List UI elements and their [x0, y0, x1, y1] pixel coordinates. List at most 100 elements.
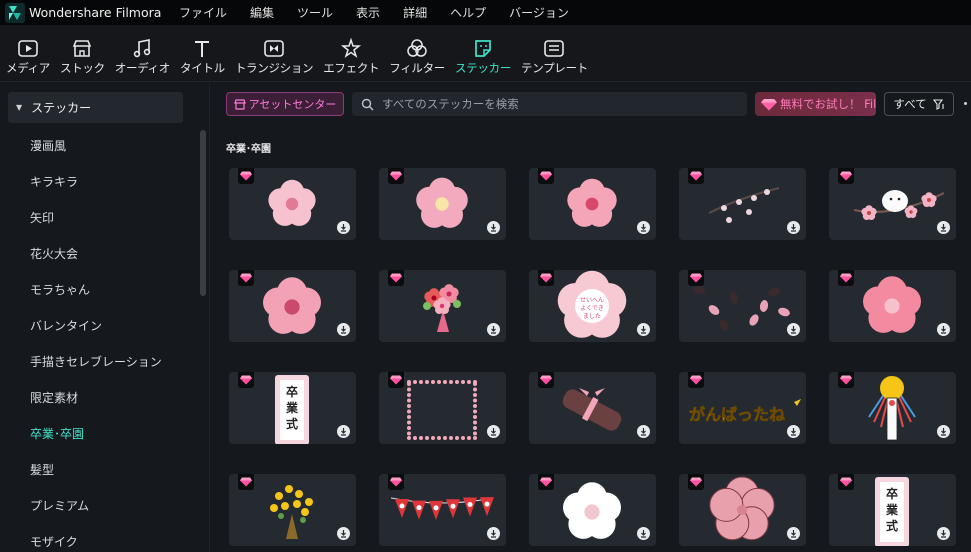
- free-trial-button[interactable]: 無料でお試し！ Fili: [755, 92, 876, 116]
- svg-text:業: 業: [285, 400, 299, 415]
- premium-diamond-icon: [538, 474, 554, 490]
- asset-center-button[interactable]: アセットセンター: [226, 92, 344, 116]
- menu-item-4[interactable]: 詳細: [403, 4, 427, 21]
- sticker-card[interactable]: [229, 270, 356, 342]
- sticker-category-sidebar: ▼ ステッカー 漫画風キラキラ矢印花火大会モラちゃんバレンタイン手描きセレブレー…: [0, 83, 210, 552]
- download-icon[interactable]: [787, 425, 800, 438]
- diamond-icon: [761, 98, 777, 110]
- sticker-card[interactable]: 卒業式卒業式: [829, 474, 956, 546]
- sticker-card[interactable]: [529, 474, 656, 546]
- sidebar-item-1[interactable]: キラキラ: [30, 173, 78, 190]
- sidebar-item-6[interactable]: 手描きセレブレーション: [30, 353, 162, 370]
- svg-text:卒: 卒: [286, 384, 298, 399]
- sidebar-item-5[interactable]: バレンタイン: [30, 317, 102, 334]
- download-icon[interactable]: [637, 323, 650, 336]
- download-icon[interactable]: [337, 221, 350, 234]
- sticker-card[interactable]: [679, 474, 806, 546]
- premium-diamond-icon: [838, 270, 854, 286]
- toolbar-tab-label: トランジション: [234, 61, 314, 75]
- download-icon[interactable]: [337, 425, 350, 438]
- menu-item-5[interactable]: ヘルプ: [450, 4, 486, 21]
- menu-item-2[interactable]: ツール: [297, 4, 333, 21]
- sidebar-item-10[interactable]: プレミアム: [30, 497, 89, 514]
- svg-text:式: 式: [886, 518, 898, 533]
- toolbar-tab-effect-star[interactable]: エフェクト: [323, 25, 380, 82]
- download-icon[interactable]: [637, 527, 650, 540]
- sticker-card[interactable]: [379, 270, 506, 342]
- toolbar-tab-label: テンプレート: [521, 61, 588, 75]
- sticker-card[interactable]: [379, 372, 506, 444]
- toolbar-tab-label: ストック: [60, 61, 105, 75]
- toolbar-tab-stock-store[interactable]: ストック: [60, 25, 105, 82]
- premium-diamond-icon: [538, 270, 554, 286]
- filter-all-dropdown[interactable]: すべて: [884, 92, 954, 116]
- template-icon: [542, 37, 566, 59]
- download-icon[interactable]: [937, 221, 950, 234]
- premium-diamond-icon: [688, 372, 704, 388]
- menu-item-1[interactable]: 編集: [250, 4, 274, 21]
- sidebar-header-stickers[interactable]: ▼ ステッカー: [8, 92, 183, 123]
- sidebar-item-8[interactable]: 卒業･卒園: [30, 425, 84, 442]
- sticker-card[interactable]: [229, 168, 356, 240]
- toolbar-tab-audio-note[interactable]: オーディオ: [115, 25, 170, 82]
- sidebar-scrollbar[interactable]: [200, 130, 206, 296]
- sidebar-item-9[interactable]: 髪型: [30, 461, 54, 478]
- sticker-card[interactable]: [379, 168, 506, 240]
- download-icon[interactable]: [337, 323, 350, 336]
- sticker-card[interactable]: [829, 168, 956, 240]
- sidebar-item-2[interactable]: 矢印: [30, 209, 54, 226]
- sticker-card[interactable]: [379, 474, 506, 546]
- menu-item-0[interactable]: ファイル: [179, 4, 227, 21]
- download-icon[interactable]: [937, 527, 950, 540]
- download-icon[interactable]: [487, 527, 500, 540]
- more-options-icon[interactable]: [964, 102, 967, 105]
- premium-diamond-icon: [838, 168, 854, 184]
- sticker-card[interactable]: [529, 168, 656, 240]
- premium-diamond-icon: [238, 474, 254, 490]
- sidebar-item-11[interactable]: モザイク: [30, 533, 78, 550]
- toolbar-tab-filter[interactable]: フィルター: [389, 25, 445, 82]
- sidebar-item-4[interactable]: モラちゃん: [30, 281, 90, 298]
- filter-all-label: すべて: [893, 97, 927, 111]
- toolbar-tab-sticker[interactable]: ステッカー: [455, 25, 511, 82]
- toolbar-tab-label: フィルター: [389, 61, 446, 75]
- svg-text:がんばったね: がんばったね: [689, 405, 785, 424]
- sticker-card[interactable]: [679, 168, 806, 240]
- download-icon[interactable]: [637, 221, 650, 234]
- toolbar-tab-template[interactable]: テンプレート: [521, 25, 588, 82]
- main-toolbar: メディア ストック オーディオ タイトル トランジション エフェクト フィルター ステッカーテ…: [0, 25, 971, 82]
- sticker-card[interactable]: [679, 270, 806, 342]
- effect-star-icon: [339, 37, 363, 59]
- sidebar-item-3[interactable]: 花火大会: [30, 245, 78, 262]
- premium-diamond-icon: [238, 372, 254, 388]
- sticker-card[interactable]: せいへん よくでき ました: [529, 270, 656, 342]
- title-t-icon: [190, 37, 214, 59]
- sticker-card[interactable]: [829, 270, 956, 342]
- sticker-card[interactable]: がんばったねがんばったね: [679, 372, 806, 444]
- svg-text:卒: 卒: [886, 486, 898, 501]
- sticker-card[interactable]: [829, 372, 956, 444]
- download-icon[interactable]: [637, 425, 650, 438]
- download-icon[interactable]: [937, 425, 950, 438]
- svg-text:せいへん: せいへん: [580, 297, 604, 304]
- sticker-search-input[interactable]: すべてのステッカーを検索: [352, 92, 747, 116]
- download-icon[interactable]: [937, 323, 950, 336]
- download-icon[interactable]: [487, 221, 500, 234]
- sidebar-item-0[interactable]: 漫画風: [30, 137, 66, 154]
- sticker-card[interactable]: [529, 372, 656, 444]
- download-icon[interactable]: [787, 323, 800, 336]
- download-icon[interactable]: [787, 527, 800, 540]
- sticker-card[interactable]: [229, 474, 356, 546]
- toolbar-tab-media[interactable]: メディア: [6, 25, 50, 82]
- toolbar-tab-label: タイトル: [180, 61, 225, 75]
- sticker-card[interactable]: 卒業式卒業式: [229, 372, 356, 444]
- download-icon[interactable]: [487, 323, 500, 336]
- menu-item-6[interactable]: バージョン: [509, 4, 569, 21]
- download-icon[interactable]: [487, 425, 500, 438]
- toolbar-tab-transition[interactable]: トランジション: [234, 25, 314, 82]
- toolbar-tab-title-t[interactable]: タイトル: [180, 25, 225, 82]
- download-icon[interactable]: [787, 221, 800, 234]
- menu-item-3[interactable]: 表示: [356, 4, 380, 21]
- sidebar-item-7[interactable]: 限定素材: [30, 389, 78, 406]
- download-icon[interactable]: [337, 527, 350, 540]
